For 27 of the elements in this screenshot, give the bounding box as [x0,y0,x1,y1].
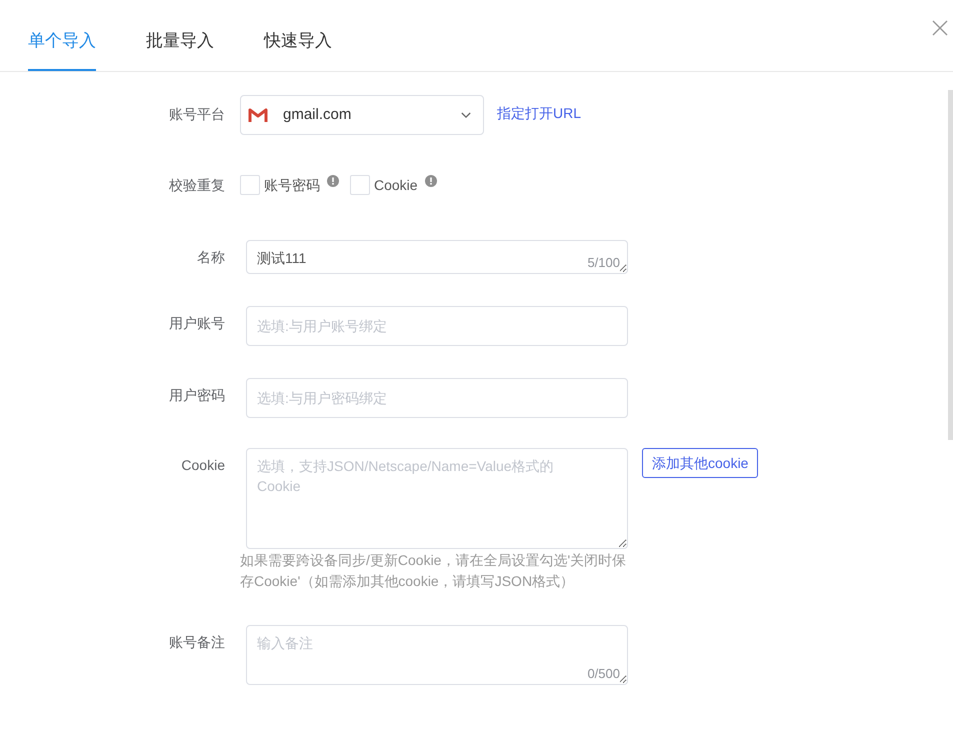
tab[interactable]: 快速导入 [264,28,332,71]
tab[interactable]: 单个导入 [28,28,96,71]
field-label: 账号平台 [168,105,225,124]
field-label: 用户密码 [168,386,225,405]
field-label: Cookie [180,456,225,475]
url-link[interactable]: 指定打开URL [497,95,582,131]
info-icon[interactable] [424,175,437,187]
chevron-down-icon [461,112,471,118]
platform-select[interactable]: gmail.com [240,95,484,135]
checkbox[interactable] [240,175,260,195]
checkbox-label: Cookie [374,176,418,195]
checkbox-label: 账号密码 [264,176,320,195]
scrollbar[interactable] [948,90,953,440]
tab[interactable]: 批量导入 [146,28,214,71]
mail-icon [248,107,268,123]
field-label: 用户账号 [168,314,225,333]
add-cookie-button[interactable]: 添加其他cookie [642,448,758,478]
input-field[interactable]: 选填:与用户账号绑定 [246,306,628,346]
checkbox[interactable] [350,175,370,195]
input-field[interactable]: 选填，支持JSON/Netscape/Name=Value格式的Cookie [246,448,628,549]
info-icon[interactable] [327,175,339,187]
field-label: 校验重复 [168,176,225,195]
close-icon[interactable] [932,20,948,36]
field-label: 名称 [196,248,225,267]
field-label: 账号备注 [168,633,225,652]
input-field[interactable]: 选填:与用户密码绑定 [246,378,628,418]
help-text: 如果需要跨设备同步/更新Cookie，请在全局设置勾选'关闭时保存Cookie'（如需添加其他cookie，请填写JSON格式） [240,551,628,591]
